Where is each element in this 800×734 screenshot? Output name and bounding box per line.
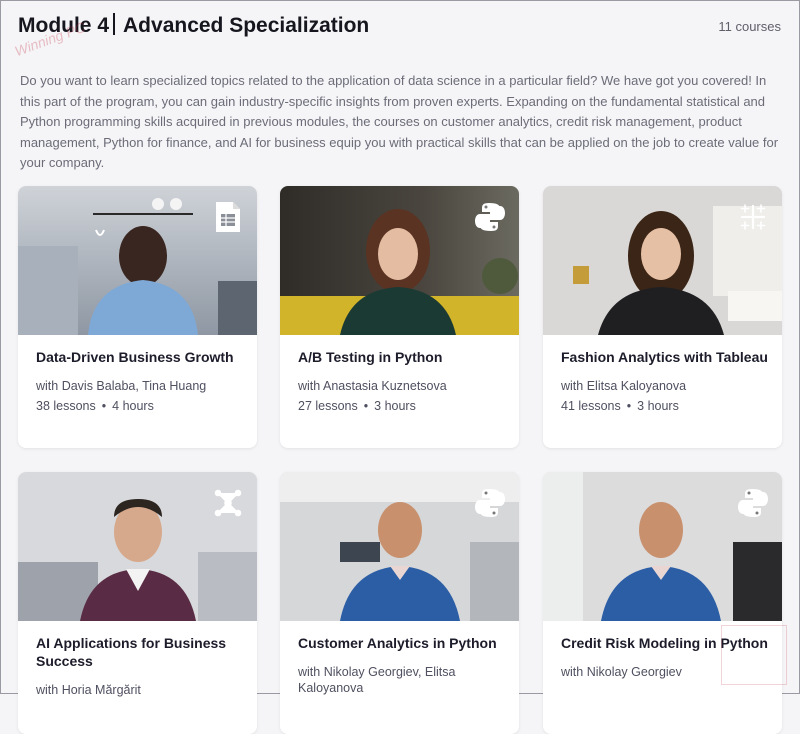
course-title[interactable]: AI Applications for Business Success bbox=[36, 634, 243, 670]
spreadsheet-icon bbox=[211, 200, 245, 234]
course-meta: 41 lessons • 3 hours bbox=[561, 398, 768, 414]
course-author: with Elitsa Kaloyanova bbox=[561, 379, 687, 393]
course-author: with Nikolay Georgiev, Elitsa Kaloyanova bbox=[298, 665, 456, 695]
course-meta: 38 lessons • 4 hours bbox=[36, 398, 243, 414]
meta-separator: • bbox=[101, 399, 107, 413]
course-thumbnail[interactable] bbox=[543, 186, 782, 335]
module-description: Do you want to learn specialized topics … bbox=[20, 73, 779, 170]
course-thumbnail[interactable] bbox=[543, 472, 782, 621]
watermark-corner-logo bbox=[721, 625, 787, 685]
title-separator bbox=[113, 13, 116, 35]
python-icon bbox=[736, 486, 770, 520]
course-meta: 27 lessons • 3 hours bbox=[298, 398, 505, 414]
course-card[interactable]: AI Applications for Business Success wit… bbox=[18, 472, 257, 734]
meta-separator: • bbox=[626, 399, 632, 413]
python-icon bbox=[473, 486, 507, 520]
course-info: Customer Analytics in Python with Nikola… bbox=[298, 634, 505, 700]
course-card[interactable]: Customer Analytics in Python with Nikola… bbox=[280, 472, 519, 734]
course-card[interactable]: Fashion Analytics with Tableau with Elit… bbox=[543, 186, 782, 448]
lesson-count: 41 lessons bbox=[561, 399, 621, 413]
course-info: Fashion Analytics with Tableau with Elit… bbox=[561, 348, 768, 414]
course-card[interactable]: Credit Risk Modeling in Python with Niko… bbox=[543, 472, 782, 734]
module-title: Advanced Specialization bbox=[123, 14, 370, 37]
course-title[interactable]: Customer Analytics in Python bbox=[298, 634, 505, 652]
course-duration: 4 hours bbox=[112, 399, 154, 413]
lesson-count: 27 lessons bbox=[298, 399, 358, 413]
course-info: A/B Testing in Python with Anastasia Kuz… bbox=[298, 348, 505, 414]
course-info: AI Applications for Business Success wit… bbox=[36, 634, 243, 702]
course-thumbnail[interactable] bbox=[280, 186, 519, 335]
course-author: with Horia Mărgărit bbox=[36, 683, 141, 697]
course-thumbnail[interactable] bbox=[18, 186, 257, 335]
course-card[interactable]: A/B Testing in Python with Anastasia Kuz… bbox=[280, 186, 519, 448]
course-thumbnail[interactable] bbox=[18, 472, 257, 621]
module-header: Module 4 Advanced Specialization 11 cours… bbox=[18, 13, 781, 43]
python-icon bbox=[473, 200, 507, 234]
course-duration: 3 hours bbox=[637, 399, 679, 413]
course-title[interactable]: Fashion Analytics with Tableau bbox=[561, 348, 768, 366]
course-card[interactable]: Data-Driven Business Growth with Davis B… bbox=[18, 186, 257, 448]
lesson-count: 38 lessons bbox=[36, 399, 96, 413]
meta-separator: • bbox=[363, 399, 369, 413]
page-title: Module 4 Advanced Specialization bbox=[18, 13, 369, 38]
course-count: 11 courses bbox=[718, 19, 781, 34]
course-author: with Davis Balaba, Tina Huang bbox=[36, 379, 207, 393]
course-info: Data-Driven Business Growth with Davis B… bbox=[36, 348, 243, 414]
course-thumbnail[interactable] bbox=[280, 472, 519, 621]
course-title[interactable]: Data-Driven Business Growth bbox=[36, 348, 243, 366]
network-icon bbox=[211, 486, 245, 520]
course-author: with Anastasia Kuznetsova bbox=[298, 379, 447, 393]
tableau-icon bbox=[736, 200, 770, 234]
course-duration: 3 hours bbox=[374, 399, 416, 413]
module-label: Module 4 bbox=[18, 14, 110, 37]
course-title[interactable]: A/B Testing in Python bbox=[298, 348, 505, 366]
